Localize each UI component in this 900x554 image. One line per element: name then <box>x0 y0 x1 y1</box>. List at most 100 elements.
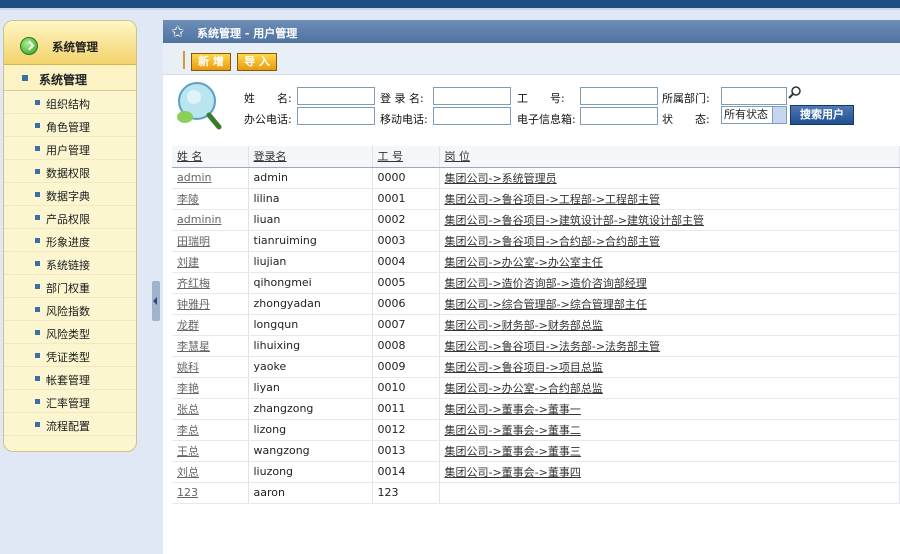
table-row[interactable]: 李陵 lilina 0001 集团公司->鲁谷项目->工程部->工程部主管 <box>172 188 900 210</box>
table-row[interactable]: 钟雅丹 zhongyadan 0006 集团公司->综合管理部->综合管理部主任 <box>172 293 900 315</box>
post-link[interactable]: 集团公司->办公室->办公室主任 <box>439 251 900 273</box>
sidebar-item[interactable]: 风险指数 <box>4 298 136 321</box>
toolbar-separator <box>183 51 185 69</box>
status-select[interactable]: 所有状态 <box>721 106 787 124</box>
post-link[interactable]: 集团公司->董事会->董事四 <box>439 461 900 483</box>
header-name[interactable]: 姓 名 <box>172 146 249 168</box>
sidebar-item[interactable]: 数据字典 <box>4 183 136 206</box>
table-row[interactable]: 田瑞明 tianruiming 0003 集团公司->鲁谷项目->合约部->合约部主管 <box>172 230 900 252</box>
post-link[interactable]: 集团公司->鲁谷项目->法务部->法务部主管 <box>439 335 900 357</box>
table-row[interactable]: 姚科 yaoke 0009 集团公司->鲁谷项目->项目总监 <box>172 356 900 378</box>
table-row[interactable]: 李总 lizong 0012 集团公司->董事会->董事二 <box>172 419 900 441</box>
sidebar-item-label: 数据权限 <box>46 167 90 180</box>
sidebar-item[interactable]: 角色管理 <box>4 114 136 137</box>
work-number-cell: 0002 <box>372 209 440 231</box>
post-link[interactable]: 集团公司->鲁谷项目->项目总监 <box>439 356 900 378</box>
sidebar-item[interactable]: 帐套管理 <box>4 367 136 390</box>
sidebar-item-label: 用户管理 <box>46 144 90 157</box>
post-link[interactable]: 集团公司->鲁谷项目->合约部->合约部主管 <box>439 230 900 252</box>
user-name-link[interactable]: 齐红梅 <box>172 272 249 294</box>
sidebar-item[interactable]: 用户管理 <box>4 137 136 160</box>
post-link[interactable] <box>439 482 900 504</box>
post-link[interactable]: 集团公司->财务部->财务部总监 <box>439 314 900 336</box>
table-row[interactable]: 刘总 liuzong 0014 集团公司->董事会->董事四 <box>172 461 900 483</box>
work-number-cell: 0000 <box>372 167 440 189</box>
sidebar-item[interactable]: 凭证类型 <box>4 344 136 367</box>
bullet-icon <box>35 261 40 266</box>
post-link[interactable]: 集团公司->综合管理部->综合管理部主任 <box>439 293 900 315</box>
login-name-cell: lihuixing <box>248 335 373 357</box>
user-name-link[interactable]: 刘建 <box>172 251 249 273</box>
user-name-link[interactable]: 张总 <box>172 398 249 420</box>
sidebar-header[interactable]: 系统管理 <box>4 21 136 65</box>
login-name-cell: wangzong <box>248 440 373 462</box>
table-row[interactable]: 张总 zhangzong 0011 集团公司->董事会->董事一 <box>172 398 900 420</box>
login-name-cell: lizong <box>248 419 373 441</box>
add-button[interactable]: 新 增 <box>191 53 231 71</box>
user-name-link[interactable]: 田瑞明 <box>172 230 249 252</box>
dept-input[interactable] <box>721 87 787 105</box>
sidebar-item[interactable]: 产品权限 <box>4 206 136 229</box>
user-name-link[interactable]: 龙群 <box>172 314 249 336</box>
user-name-link[interactable]: 刘总 <box>172 461 249 483</box>
collapse-sidebar-handle[interactable] <box>152 281 160 321</box>
login-input[interactable] <box>433 87 511 105</box>
user-name-link[interactable]: 李艳 <box>172 377 249 399</box>
table-row[interactable]: 王总 wangzong 0013 集团公司->董事会->董事三 <box>172 440 900 462</box>
email-input[interactable] <box>580 107 658 125</box>
table-row[interactable]: 齐红梅 qihongmei 0005 集团公司->造价咨询部->造价咨询部经理 <box>172 272 900 294</box>
table-row[interactable]: 123 aaron 123 <box>172 482 900 504</box>
sidebar-item[interactable]: 风险类型 <box>4 321 136 344</box>
search-users-button[interactable]: 搜索用户 <box>790 105 854 125</box>
top-banner-line <box>0 8 900 10</box>
user-name-link[interactable]: 王总 <box>172 440 249 462</box>
sidebar-item[interactable]: 流程配置 <box>4 413 136 436</box>
post-link[interactable]: 集团公司->系统管理员 <box>439 167 900 189</box>
table-row[interactable]: adminin liuan 0002 集团公司->鲁谷项目->建筑设计部->建筑设计部… <box>172 209 900 231</box>
user-name-link[interactable]: 123 <box>172 482 249 504</box>
work-number-cell: 123 <box>372 482 440 504</box>
post-link[interactable]: 集团公司->董事会->董事三 <box>439 440 900 462</box>
user-name-link[interactable]: 李总 <box>172 419 249 441</box>
user-name-link[interactable]: admin <box>172 167 249 189</box>
sidebar-item[interactable]: 部门权重 <box>4 275 136 298</box>
user-name-link[interactable]: 钟雅丹 <box>172 293 249 315</box>
table-row[interactable]: 李艳 liyan 0010 集团公司->办公室->合约部总监 <box>172 377 900 399</box>
post-link[interactable]: 集团公司->董事会->董事一 <box>439 398 900 420</box>
sidebar-item[interactable]: 系统链接 <box>4 252 136 275</box>
post-link[interactable]: 集团公司->造价咨询部->造价咨询部经理 <box>439 272 900 294</box>
workno-input[interactable] <box>580 87 658 105</box>
post-link[interactable]: 集团公司->鲁谷项目->建筑设计部->建筑设计部主管 <box>439 209 900 231</box>
sidebar-item[interactable]: 数据权限 <box>4 160 136 183</box>
table-row[interactable]: 刘建 liujian 0004 集团公司->办公室->办公室主任 <box>172 251 900 273</box>
post-link[interactable]: 集团公司->办公室->合约部总监 <box>439 377 900 399</box>
sidebar-item-label: 数据字典 <box>46 190 90 203</box>
import-button[interactable]: 导 入 <box>237 53 277 71</box>
user-name-link[interactable]: 李陵 <box>172 188 249 210</box>
search-icon[interactable] <box>788 85 802 99</box>
bullet-icon <box>35 399 40 404</box>
sidebar-section[interactable]: 系统管理 <box>4 65 136 91</box>
header-login[interactable]: 登录名 <box>248 146 373 168</box>
table-row[interactable]: 李慧星 lihuixing 0008 集团公司->鲁谷项目->法务部->法务部主管 <box>172 335 900 357</box>
name-input[interactable] <box>297 87 375 105</box>
sidebar-item[interactable]: 汇率管理 <box>4 390 136 413</box>
bullet-icon <box>35 146 40 151</box>
sidebar-item[interactable]: 形象进度 <box>4 229 136 252</box>
post-link[interactable]: 集团公司->鲁谷项目->工程部->工程部主管 <box>439 188 900 210</box>
login-name-cell: zhangzong <box>248 398 373 420</box>
header-post[interactable]: 岗 位 <box>439 146 900 168</box>
user-name-link[interactable]: 李慧星 <box>172 335 249 357</box>
post-link[interactable]: 集团公司->董事会->董事二 <box>439 419 900 441</box>
table-row[interactable]: 龙群 longqun 0007 集团公司->财务部->财务部总监 <box>172 314 900 336</box>
table-row[interactable]: admin admin 0000 集团公司->系统管理员 <box>172 167 900 189</box>
login-name-cell: liyan <box>248 377 373 399</box>
sidebar-item-label: 组织结构 <box>46 98 90 111</box>
phone-input[interactable] <box>297 107 375 125</box>
sidebar-item[interactable]: 组织结构 <box>4 91 136 114</box>
header-number[interactable]: 工 号 <box>372 146 440 168</box>
user-name-link[interactable]: adminin <box>172 209 249 231</box>
mobile-input[interactable] <box>433 107 511 125</box>
bullet-icon <box>35 376 40 381</box>
user-name-link[interactable]: 姚科 <box>172 356 249 378</box>
